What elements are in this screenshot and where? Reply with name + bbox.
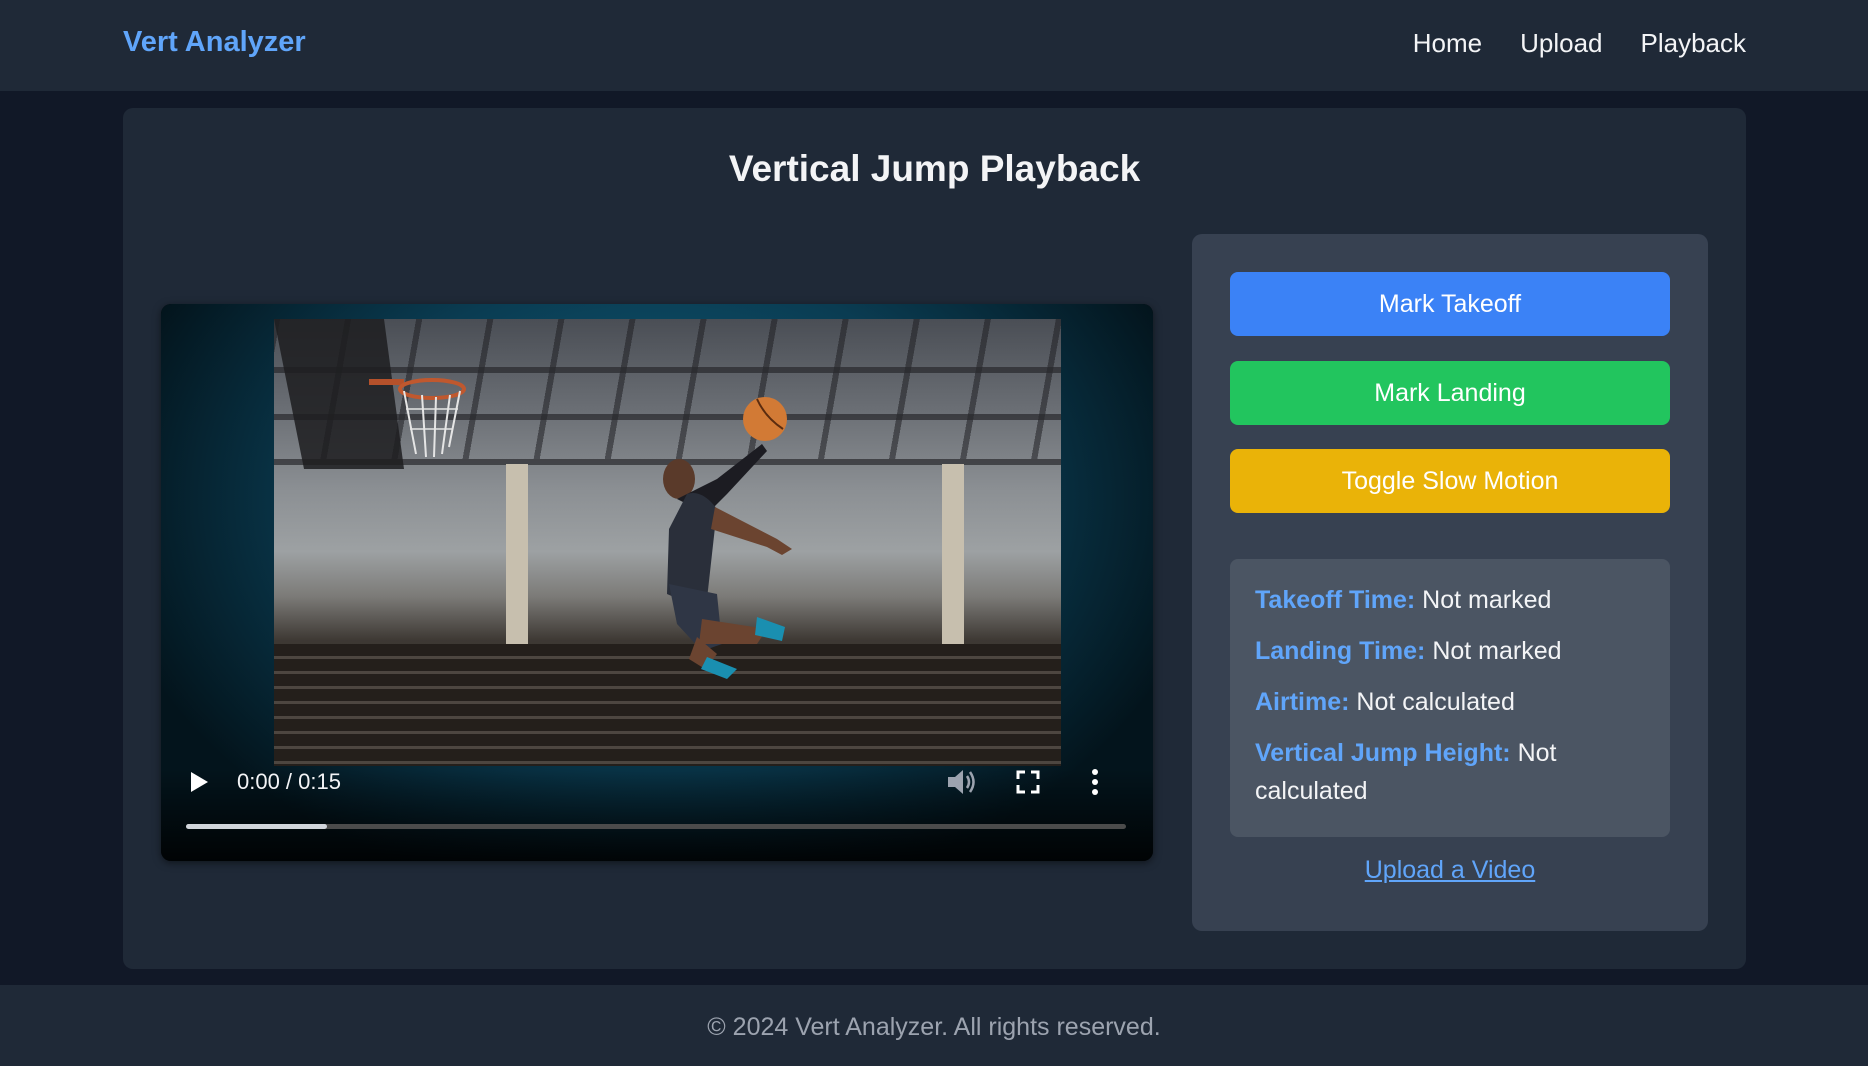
results-box: Takeoff Time: Not marked Landing Time: N… bbox=[1230, 559, 1670, 837]
landing-time-value: Not marked bbox=[1432, 637, 1562, 665]
fullscreen-icon[interactable] bbox=[1016, 770, 1040, 794]
nav-link-playback[interactable]: Playback bbox=[1641, 28, 1747, 59]
jump-height-label: Vertical Jump Height: bbox=[1255, 739, 1511, 767]
takeoff-time-row: Takeoff Time: Not marked bbox=[1255, 581, 1595, 619]
play-icon[interactable] bbox=[189, 771, 209, 793]
basketball-hoop bbox=[274, 319, 466, 469]
upload-video-link[interactable]: Upload a Video bbox=[1192, 856, 1708, 885]
nav-link-upload[interactable]: Upload bbox=[1520, 28, 1602, 59]
takeoff-time-label: Takeoff Time: bbox=[1255, 586, 1416, 614]
landing-time-label: Landing Time: bbox=[1255, 637, 1426, 665]
airtime-value: Not calculated bbox=[1356, 688, 1515, 716]
mark-landing-button[interactable]: Mark Landing bbox=[1230, 361, 1670, 425]
video-time-display: 0:00 / 0:15 bbox=[237, 769, 341, 794]
brand-logo[interactable]: Vert Analyzer bbox=[123, 26, 306, 59]
nav-link-home[interactable]: Home bbox=[1413, 28, 1482, 59]
top-navbar: Vert Analyzer Home Upload Playback bbox=[0, 0, 1868, 91]
playback-card: Vertical Jump Playback 0:00 / 0:15 Mark … bbox=[123, 108, 1746, 969]
footer-copyright: © 2024 Vert Analyzer. All rights reserve… bbox=[707, 1013, 1161, 1041]
landing-time-row: Landing Time: Not marked bbox=[1255, 632, 1595, 670]
airtime-label: Airtime: bbox=[1255, 688, 1350, 716]
volume-icon[interactable] bbox=[946, 768, 976, 796]
jump-height-row: Vertical Jump Height: Not calculated bbox=[1255, 734, 1595, 810]
takeoff-time-value: Not marked bbox=[1422, 586, 1552, 614]
more-options-icon[interactable] bbox=[1091, 769, 1099, 795]
player-silhouette bbox=[663, 397, 792, 679]
page-title: Vertical Jump Playback bbox=[728, 148, 1141, 189]
mark-takeoff-button[interactable]: Mark Takeoff bbox=[1230, 272, 1670, 336]
controls-panel: Mark Takeoff Mark Landing Toggle Slow Mo… bbox=[1192, 234, 1708, 931]
airtime-row: Airtime: Not calculated bbox=[1255, 683, 1595, 721]
video-frame[interactable] bbox=[274, 319, 1061, 766]
video-progress-fill bbox=[186, 824, 327, 829]
video-player[interactable]: 0:00 / 0:15 bbox=[161, 304, 1153, 861]
toggle-slow-motion-button[interactable]: Toggle Slow Motion bbox=[1230, 449, 1670, 513]
video-progress-bar[interactable] bbox=[186, 824, 1126, 829]
main-nav: Home Upload Playback bbox=[1413, 28, 1746, 59]
footer: © 2024 Vert Analyzer. All rights reserve… bbox=[0, 985, 1868, 1066]
